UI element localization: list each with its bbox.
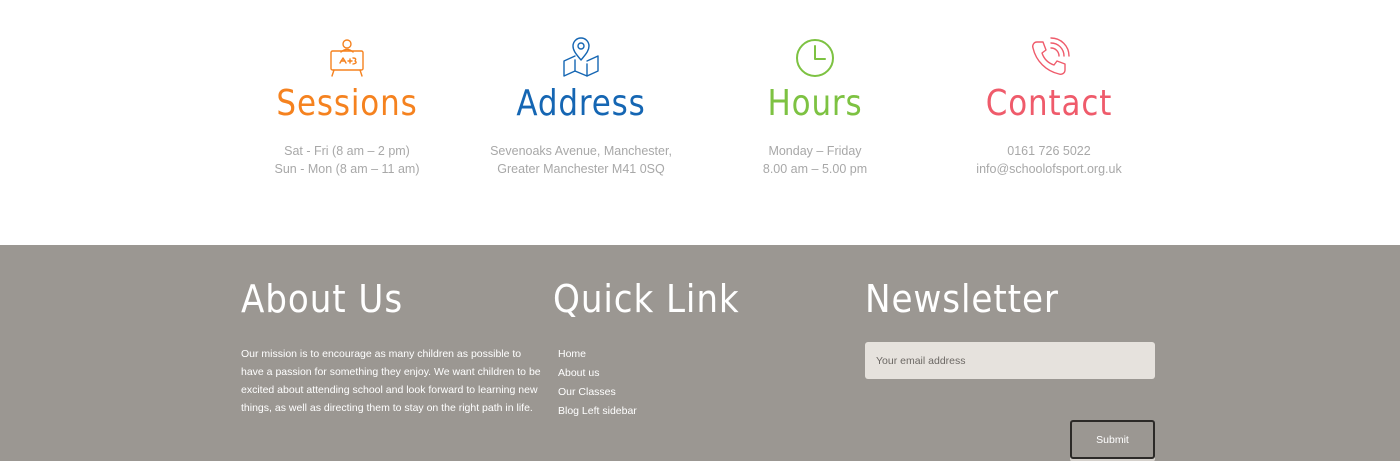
- contact-title: Contact: [985, 83, 1113, 124]
- newsletter-email-input[interactable]: [865, 342, 1155, 379]
- sessions-line-1: Sat - Fri (8 am – 2 pm): [284, 144, 410, 158]
- info-contact: Contact 0161 726 5022 info@schoolofsport…: [929, 36, 1169, 178]
- quick-link-about-us[interactable]: About us: [558, 367, 599, 379]
- quick-link-item: About us: [558, 364, 760, 383]
- site-footer: About Us Our mission is to encourage as …: [0, 245, 1400, 461]
- quick-link-blog-left-sidebar[interactable]: Blog Left sidebar: [558, 405, 637, 417]
- address-text: Sevenoaks Avenue, Manchester, Greater Ma…: [461, 142, 701, 178]
- address-line-2: Greater Manchester M41 0SQ: [497, 162, 665, 176]
- about-column: About Us Our mission is to encourage as …: [241, 275, 541, 417]
- hours-line-1: Monday – Friday: [768, 144, 862, 158]
- hours-line-2: 8.00 am – 5.00 pm: [762, 162, 868, 176]
- contact-email[interactable]: info@schoolofsport.org.uk: [929, 160, 1169, 178]
- quick-link-item: Blog Left sidebar: [558, 402, 760, 421]
- quick-link-item: Home: [558, 345, 760, 364]
- about-title: About Us: [241, 277, 404, 321]
- quick-link-title: Quick Link: [553, 277, 740, 321]
- address-title: Address: [516, 83, 646, 124]
- clock-icon: [796, 39, 834, 77]
- quick-link-item: Our Classes: [558, 383, 760, 402]
- contact-info-section: Sessions Sat - Fri (8 am – 2 pm) Sun - M…: [0, 0, 1400, 245]
- sessions-line-2: Sun - Mon (8 am – 11 am): [274, 162, 420, 176]
- about-text: Our mission is to encourage as many chil…: [241, 348, 541, 414]
- info-address: Address Sevenoaks Avenue, Manchester, Gr…: [461, 36, 701, 178]
- info-sessions: Sessions Sat - Fri (8 am – 2 pm) Sun - M…: [227, 36, 467, 178]
- quick-link-our-classes[interactable]: Our Classes: [558, 386, 616, 398]
- quick-link-list: Home About us Our Classes Blog Left side…: [558, 345, 760, 421]
- quick-link-home[interactable]: Home: [558, 348, 586, 360]
- hours-title: Hours: [767, 83, 863, 124]
- newsletter-submit-button[interactable]: Submit: [1070, 420, 1155, 459]
- info-hours: Hours Monday – Friday 8.00 am – 5.00 pm: [695, 36, 935, 178]
- quick-link-column: Quick Link Home About us Our Classes Blo…: [553, 275, 760, 421]
- newsletter-column: Newsletter Submit: [865, 275, 1165, 461]
- whiteboard-teacher-icon: [330, 39, 364, 77]
- address-line-1: Sevenoaks Avenue, Manchester,: [490, 144, 672, 158]
- contact-text: 0161 726 5022 info@schoolofsport.org.uk: [929, 142, 1169, 178]
- sessions-title: Sessions: [276, 83, 418, 124]
- phone-icon: [1032, 37, 1070, 75]
- hours-text: Monday – Friday 8.00 am – 5.00 pm: [695, 142, 935, 178]
- sessions-text: Sat - Fri (8 am – 2 pm) Sun - Mon (8 am …: [227, 142, 467, 178]
- contact-phone[interactable]: 0161 726 5022: [929, 142, 1169, 160]
- newsletter-title: Newsletter: [865, 277, 1059, 321]
- map-pin-icon: [563, 37, 599, 77]
